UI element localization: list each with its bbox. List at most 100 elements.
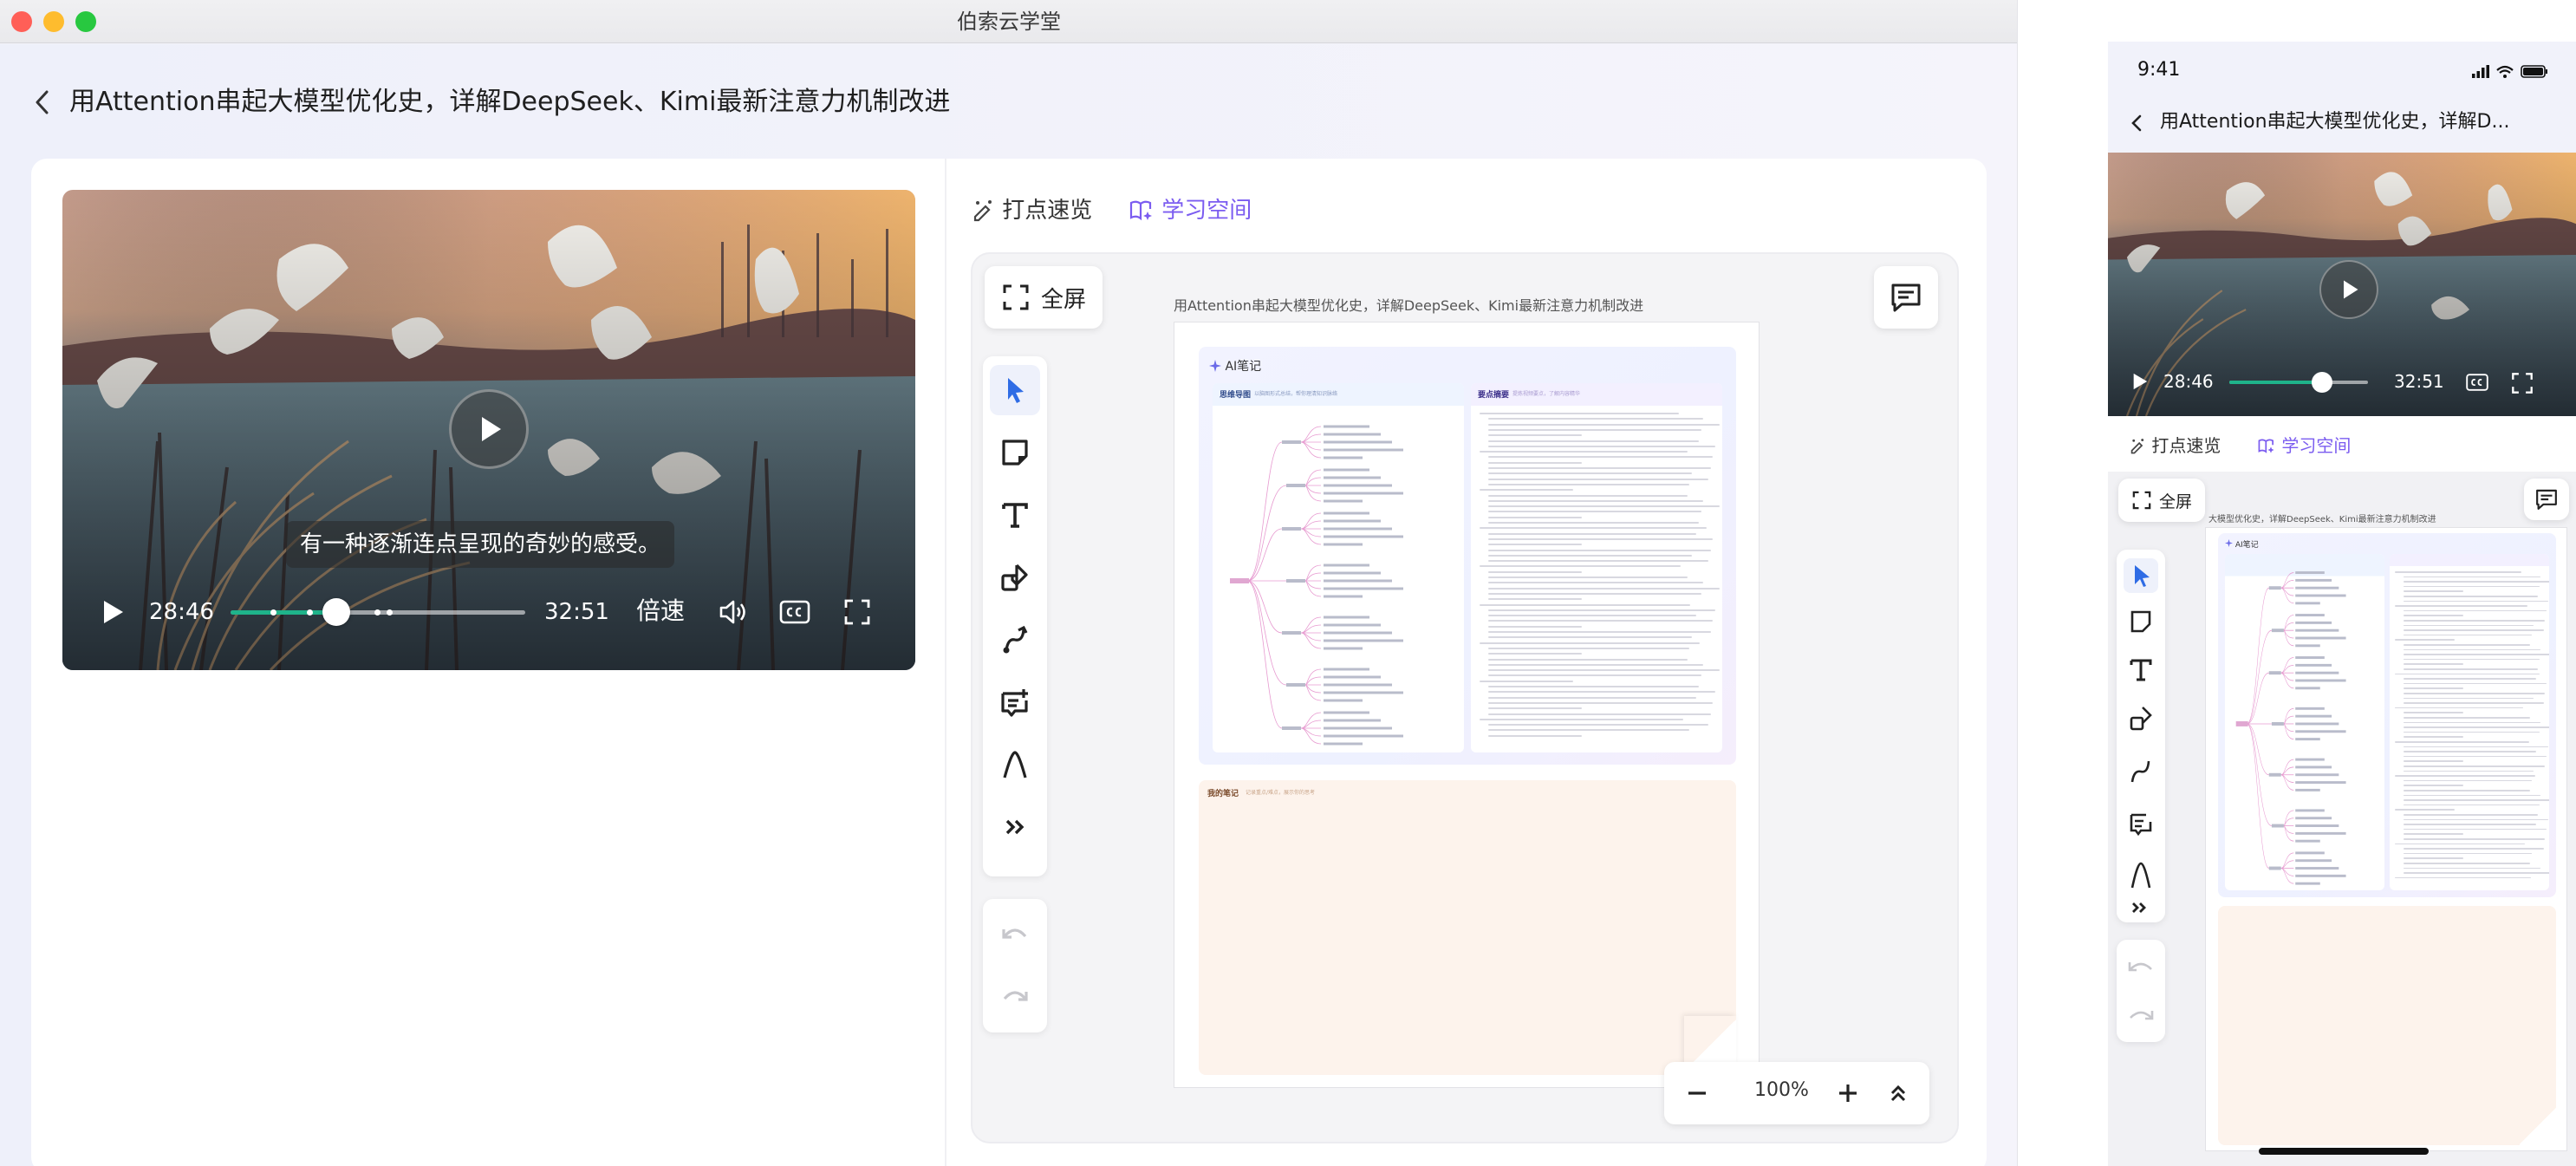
- summary-line: [1488, 631, 1711, 633]
- text-tool[interactable]: [990, 490, 1040, 540]
- summary-line: [1480, 489, 1573, 492]
- volume-button[interactable]: [718, 597, 749, 627]
- summary-line: [1488, 511, 1701, 513]
- more-icon: [1005, 819, 1025, 835]
- summary-line: [2404, 654, 2549, 655]
- fullscreen-toggle-button[interactable]: 全屏: [2118, 479, 2205, 522]
- comment-icon: [2536, 489, 2557, 510]
- progress-handle[interactable]: [2312, 372, 2333, 393]
- summary-text-lines: [2395, 571, 2549, 883]
- connector-tool[interactable]: [990, 615, 1040, 665]
- summary-line: [2404, 717, 2531, 719]
- speed-button[interactable]: 倍速: [636, 596, 685, 627]
- fullscreen-button[interactable]: [842, 597, 872, 627]
- mindmap-node-text: [1282, 527, 1301, 531]
- back-button[interactable]: [29, 85, 59, 120]
- comment-add-icon: [1001, 689, 1028, 717]
- summary-line: [1488, 592, 1701, 595]
- phone-whiteboard-canvas[interactable]: 全屏 大模型优化史，详解DeepSeek、Kimi最新注意力机制改进 AI笔记: [2108, 472, 2576, 1166]
- mindmap-leaf-text: [1324, 595, 1363, 598]
- undo-button[interactable]: [990, 909, 1040, 960]
- summary-line: [2404, 833, 2463, 835]
- play-overlay-button[interactable]: [449, 389, 529, 469]
- summary-card[interactable]: [2390, 554, 2549, 890]
- play-icon: [104, 601, 123, 623]
- mindmap-node-text: [1282, 726, 1301, 730]
- comments-button[interactable]: [2524, 479, 2569, 520]
- mindmap-leaf-text: [1324, 433, 1381, 436]
- duration: 32:51: [544, 599, 609, 625]
- summary-line: [1488, 560, 1708, 563]
- my-notes-section[interactable]: 我的笔记 记录重点/难点，展示你的思考: [1199, 780, 1736, 1075]
- summary-line: [1488, 434, 1582, 437]
- phone-progress-track[interactable]: [2229, 372, 2368, 393]
- sparkle-icon: [2225, 539, 2233, 547]
- mindmap-leaf-text: [1324, 579, 1392, 583]
- summary-line: [2395, 775, 2535, 777]
- ai-notes-label: AI笔记: [2234, 541, 2259, 550]
- pen-icon: [2130, 862, 2151, 889]
- collapse-zoom-button[interactable]: [1881, 1076, 1916, 1111]
- summary-line: [1488, 587, 1721, 590]
- zoom-in-button[interactable]: [1831, 1076, 1865, 1111]
- summary-line: [1488, 423, 1721, 426]
- phone-captions-button[interactable]: [2465, 371, 2489, 394]
- pen-tool[interactable]: [990, 739, 1040, 790]
- summary-line: [2404, 785, 2463, 786]
- comments-button[interactable]: [1874, 266, 1938, 329]
- summary-line: [1488, 505, 1721, 508]
- phone-play-button[interactable]: [2129, 371, 2150, 392]
- volume-icon: [719, 600, 745, 624]
- sticky-note-tool[interactable]: [990, 427, 1040, 478]
- tab-study-space[interactable]: 学习空间: [1129, 193, 1252, 228]
- summary-card[interactable]: 要点摘要 提炼视频要点，了解内容精华: [1471, 383, 1722, 752]
- shapes-tool[interactable]: [990, 552, 1040, 603]
- history-palette: [983, 899, 1047, 1032]
- summary-line: [1488, 418, 1704, 420]
- summary-line: [1488, 653, 1582, 655]
- mindmap-card[interactable]: 思维导图 以脑图形式总结，帮你理清知识脉络: [1213, 383, 1464, 752]
- summary-line: [1488, 669, 1721, 672]
- summary-line: [1480, 413, 1679, 414]
- mindmap-card[interactable]: [2225, 554, 2384, 890]
- phone-current-time: 28:46: [2163, 371, 2214, 392]
- play-button[interactable]: [97, 597, 127, 627]
- fullscreen-toggle-button[interactable]: 全屏: [985, 266, 1103, 329]
- tab-study-space[interactable]: 学习空间: [2257, 432, 2351, 457]
- tab-quick-view[interactable]: 打点速览: [2129, 432, 2221, 457]
- summary-line: [2395, 876, 2531, 879]
- progress-track[interactable]: [231, 598, 525, 626]
- captions-button[interactable]: [778, 597, 811, 627]
- app-body: 用Attention串起大模型优化史，详解DeepSeek、Kimi最新注意力机…: [0, 44, 2017, 1166]
- summary-line: [1488, 696, 1697, 699]
- redo-button[interactable]: [990, 972, 1040, 1022]
- document-page: AI笔记 思维导图 以脑图形式总结，帮你理清知识脉络 要点摘要 提炼视频要点，了…: [1174, 322, 1760, 1088]
- whiteboard-canvas[interactable]: 全屏 用Attention串起大模型优化史，详解DeepSeek、Kimi最新注…: [971, 252, 1959, 1143]
- mindmap-leaf-text: [1324, 623, 1381, 627]
- page-curl: [2520, 1107, 2556, 1145]
- phone-fullscreen-button[interactable]: [2510, 371, 2534, 395]
- summary-line: [1488, 598, 1582, 601]
- summary-line: [2404, 629, 2544, 631]
- mindmap-branch: [1246, 441, 1283, 582]
- summary-line: [1488, 724, 1708, 726]
- summary-line: [2404, 721, 2541, 724]
- phone-play-overlay-button[interactable]: [2319, 260, 2378, 319]
- zoom-out-button[interactable]: [1680, 1076, 1714, 1111]
- select-tool[interactable]: [990, 365, 1040, 415]
- phone-video-player[interactable]: 28:46 32:51: [2108, 153, 2576, 416]
- tab-quick-view[interactable]: 打点速览: [971, 193, 1092, 228]
- phone-back-button[interactable]: [2127, 111, 2148, 135]
- summary-line: [2404, 838, 2546, 840]
- comment-add-tool[interactable]: [990, 677, 1040, 727]
- my-notes-section[interactable]: [2218, 906, 2556, 1145]
- summary-line: [2404, 818, 2548, 821]
- summary-line: [2404, 867, 2541, 870]
- mindmap-leaf-text: [1324, 734, 1403, 738]
- more-tools-button[interactable]: [990, 802, 1040, 852]
- signal-icon: [2472, 65, 2489, 78]
- tool-icons: [2124, 558, 2158, 913]
- summary-line: [1480, 680, 1573, 682]
- mindmap-leaf-text: [1324, 711, 1369, 714]
- video-player[interactable]: 有一种逐渐连点呈现的奇妙的感受。 28:46 32:51 倍速: [62, 190, 915, 670]
